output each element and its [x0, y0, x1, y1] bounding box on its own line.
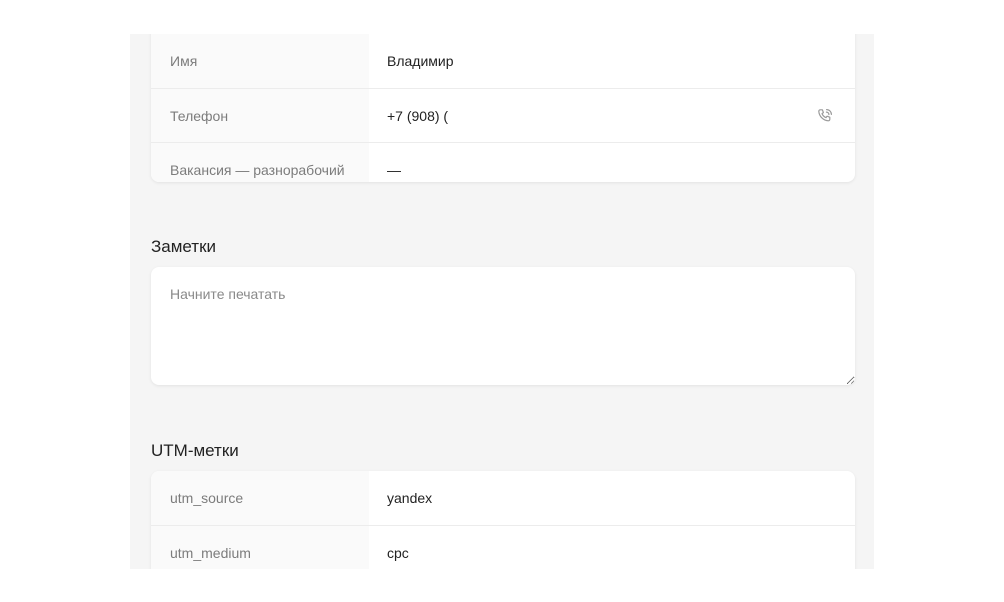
utm-title: UTM-метки: [151, 441, 239, 460]
name-label: Имя: [151, 34, 369, 88]
phone-value[interactable]: +7 (908) (: [387, 108, 448, 124]
utm-medium-label: utm_medium: [151, 526, 369, 569]
notes-textarea[interactable]: [151, 267, 855, 385]
vacancy-row: Вакансия — разнорабочий —: [151, 142, 855, 182]
phone-row: Телефон +7 (908) (: [151, 88, 855, 142]
phone-label: Телефон: [151, 89, 369, 142]
utm-medium-row: utm_medium cpc: [151, 525, 855, 569]
utm-card: utm_source yandex utm_medium cpc: [151, 471, 855, 569]
name-row: Имя Владимир: [151, 34, 855, 88]
candidate-details-panel: Имя Владимир Телефон +7 (908) ( Вакансия…: [130, 34, 874, 569]
utm-source-label: utm_source: [151, 471, 369, 525]
vacancy-value[interactable]: —: [369, 143, 855, 182]
utm-source-row: utm_source yandex: [151, 471, 855, 525]
notes-card: [151, 267, 855, 385]
phone-value-cell[interactable]: +7 (908) (: [369, 89, 855, 142]
utm-source-value: yandex: [387, 490, 433, 506]
contact-info-card: Имя Владимир Телефон +7 (908) ( Вакансия…: [151, 34, 855, 182]
vacancy-label: Вакансия — разнорабочий: [151, 143, 369, 182]
name-value[interactable]: Владимир: [369, 34, 855, 88]
notes-title: Заметки: [151, 237, 217, 256]
utm-medium-value: cpc: [387, 544, 409, 561]
phone-call-icon[interactable]: [817, 108, 833, 124]
